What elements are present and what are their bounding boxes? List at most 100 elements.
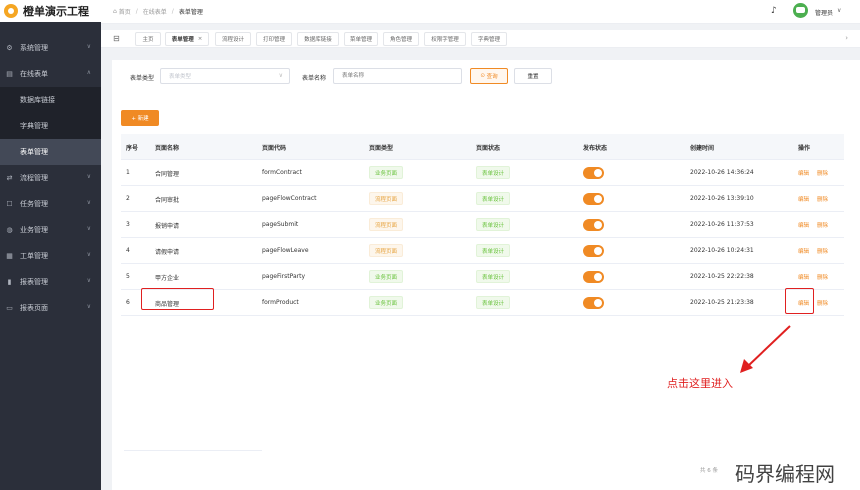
row-number: 6 (126, 299, 130, 306)
sidebar-subitem-db-link[interactable]: 数据库链接 (0, 87, 101, 113)
sidebar-item-workorder[interactable]: ▦ 工单管理 ∨ (0, 243, 101, 269)
add-form-button[interactable]: + 新建 (121, 110, 159, 126)
publish-toggle[interactable] (583, 167, 604, 179)
page-status-badge: 表单设计 (476, 166, 511, 179)
sidebar-item-report-page[interactable]: ▭ 报表页面 ∨ (0, 295, 101, 321)
sidebar-item-business[interactable]: ◍ 业务管理 ∨ (0, 217, 101, 243)
chevron-down-icon: ∨ (86, 199, 91, 206)
delete-link[interactable]: 删除 (817, 273, 828, 281)
watermark: 码界编程网 (735, 462, 835, 486)
chevron-right-icon[interactable]: › (845, 34, 848, 42)
form-name-input[interactable] (333, 68, 462, 84)
tab-flow-design[interactable]: 流程设计 (215, 32, 251, 46)
edit-link[interactable]: 编辑 (798, 195, 809, 203)
sidebar: 橙单演示工程 ⚙ 系统管理 ∨ ▤ 在线表单 ∧ 数据库链接 字典管理 表单管理… (0, 0, 101, 490)
table-row: 2 合同审批 pageFlowContract 流程页面 表单设计 2022-1… (121, 186, 844, 212)
form-type-select[interactable]: 表单类型 ∨ (160, 68, 290, 84)
query-button[interactable]: ⊙ 查询 (470, 68, 508, 84)
tab-permission[interactable]: 权限字管理 (424, 32, 466, 46)
publish-toggle[interactable] (583, 297, 604, 309)
chevron-down-icon: ∨ (86, 225, 91, 232)
page-status-badge: 表单设计 (476, 192, 511, 205)
avatar[interactable] (793, 3, 808, 18)
business-icon: ◍ (6, 226, 13, 234)
page-status-badge: 表单设计 (476, 244, 511, 257)
page-code: pageFirstParty (262, 273, 306, 280)
chevron-down-icon: ∨ (86, 251, 91, 258)
bar-chart-icon: ▮ (7, 278, 12, 286)
sidebar-item-label: 在线表单 (20, 70, 48, 78)
top-header: ⌂ 首页 / 在线表单 / 表单管理 ♪ 管理员 ∨ (101, 0, 860, 24)
sidebar-item-online-form[interactable]: ▤ 在线表单 ∧ (0, 61, 101, 87)
delete-link[interactable]: 删除 (817, 195, 828, 203)
created-time: 2022-10-26 10:24:31 (690, 247, 754, 254)
sidebar-item-system[interactable]: ⚙ 系统管理 ∨ (0, 35, 101, 61)
chevron-down-icon: ∨ (86, 173, 91, 180)
gear-icon: ⚙ (6, 44, 13, 52)
publish-toggle[interactable] (583, 271, 604, 283)
page-status-badge: 表单设计 (476, 270, 511, 283)
bell-icon[interactable]: ♪ (771, 6, 777, 16)
delete-link[interactable]: 删除 (817, 221, 828, 229)
created-time: 2022-10-25 22:22:38 (690, 273, 754, 280)
table-row: 4 请假申请 pageFlowLeave 流程页面 表单设计 2022-10-2… (121, 238, 844, 264)
breadcrumb-level1[interactable]: 在线表单 (143, 7, 167, 16)
tab-form-manage[interactable]: 表单管理 × (165, 32, 209, 46)
tab-menu[interactable]: 菜单管理 (344, 32, 378, 46)
tab-print[interactable]: 打印管理 (256, 32, 292, 46)
main-card: 表单类型 表单类型 ∨ 表单名称 ⊙ 查询 重置 + 新建 序号 页面名称 页面… (112, 60, 860, 490)
breadcrumb-home[interactable]: 首页 (119, 7, 131, 16)
form-name-label: 表单名称 (302, 75, 327, 82)
tab-role[interactable]: 角色管理 (383, 32, 419, 46)
sidebar-subitem-form-manage[interactable]: 表单管理 (0, 139, 101, 165)
tabs-bar: ⊟ 主页 表单管理 × 流程设计 打印管理 数据库链接 菜单管理 角色管理 权限字… (101, 30, 860, 48)
annotation-arrow (740, 325, 791, 373)
sidebar-item-task[interactable]: ☐ 任务管理 ∨ (0, 191, 101, 217)
chevron-down-icon: ∨ (86, 277, 91, 284)
reset-button[interactable]: 重置 (514, 68, 552, 84)
sidebar-nav: ⚙ 系统管理 ∨ ▤ 在线表单 ∧ 数据库链接 字典管理 表单管理 ⇄ 流程管理… (0, 35, 101, 321)
sidebar-subitem-label: 数据库链接 (20, 96, 55, 104)
page-code: formProduct (262, 299, 299, 306)
sidebar-item-label: 工单管理 (20, 252, 48, 260)
publish-toggle[interactable] (583, 219, 604, 231)
page-type-badge: 业务页面 (369, 296, 404, 309)
delete-link[interactable]: 删除 (817, 299, 828, 307)
column-header: 页面代码 (262, 145, 287, 152)
tab-dict[interactable]: 字典管理 (471, 32, 507, 46)
edit-link[interactable]: 编辑 (798, 169, 809, 177)
close-icon[interactable]: × (198, 36, 203, 42)
page-status-badge: 表单设计 (476, 218, 511, 231)
edit-link[interactable]: 编辑 (798, 221, 809, 229)
sidebar-item-flow[interactable]: ⇄ 流程管理 ∨ (0, 165, 101, 191)
column-header: 页面名称 (155, 145, 180, 152)
edit-link[interactable]: 编辑 (798, 247, 809, 255)
tab-home[interactable]: 主页 (135, 32, 161, 46)
chevron-down-icon: ∨ (278, 72, 283, 79)
publish-toggle[interactable] (583, 193, 604, 205)
publish-toggle[interactable] (583, 245, 604, 257)
breadcrumb-separator: / (171, 8, 174, 15)
sidebar-subitem-dict[interactable]: 字典管理 (0, 113, 101, 139)
tab-db-link[interactable]: 数据库链接 (297, 32, 339, 46)
menu-collapse-icon[interactable]: ⊟ (113, 34, 120, 43)
column-header: 序号 (126, 145, 139, 152)
page-code: pageFlowLeave (262, 247, 309, 254)
chevron-down-icon[interactable]: ∨ (837, 7, 841, 14)
flow-icon: ⇄ (6, 174, 13, 182)
delete-link[interactable]: 删除 (817, 247, 828, 255)
divider (124, 450, 262, 451)
sidebar-item-report[interactable]: ▮ 报表管理 ∨ (0, 269, 101, 295)
sidebar-item-label: 报表管理 (20, 278, 48, 286)
page-code: pageSubmit (262, 221, 299, 228)
chevron-down-icon: ∨ (86, 43, 91, 50)
grid-icon: ▦ (6, 252, 13, 260)
user-name[interactable]: 管理员 (815, 8, 833, 17)
app-title: 橙单演示工程 (23, 5, 89, 18)
sidebar-subitem-label: 字典管理 (20, 122, 48, 130)
column-header: 创建时间 (690, 145, 715, 152)
sidebar-subitem-label: 表单管理 (20, 148, 48, 156)
row-number: 5 (126, 273, 130, 280)
edit-link[interactable]: 编辑 (798, 273, 809, 281)
delete-link[interactable]: 删除 (817, 169, 828, 177)
